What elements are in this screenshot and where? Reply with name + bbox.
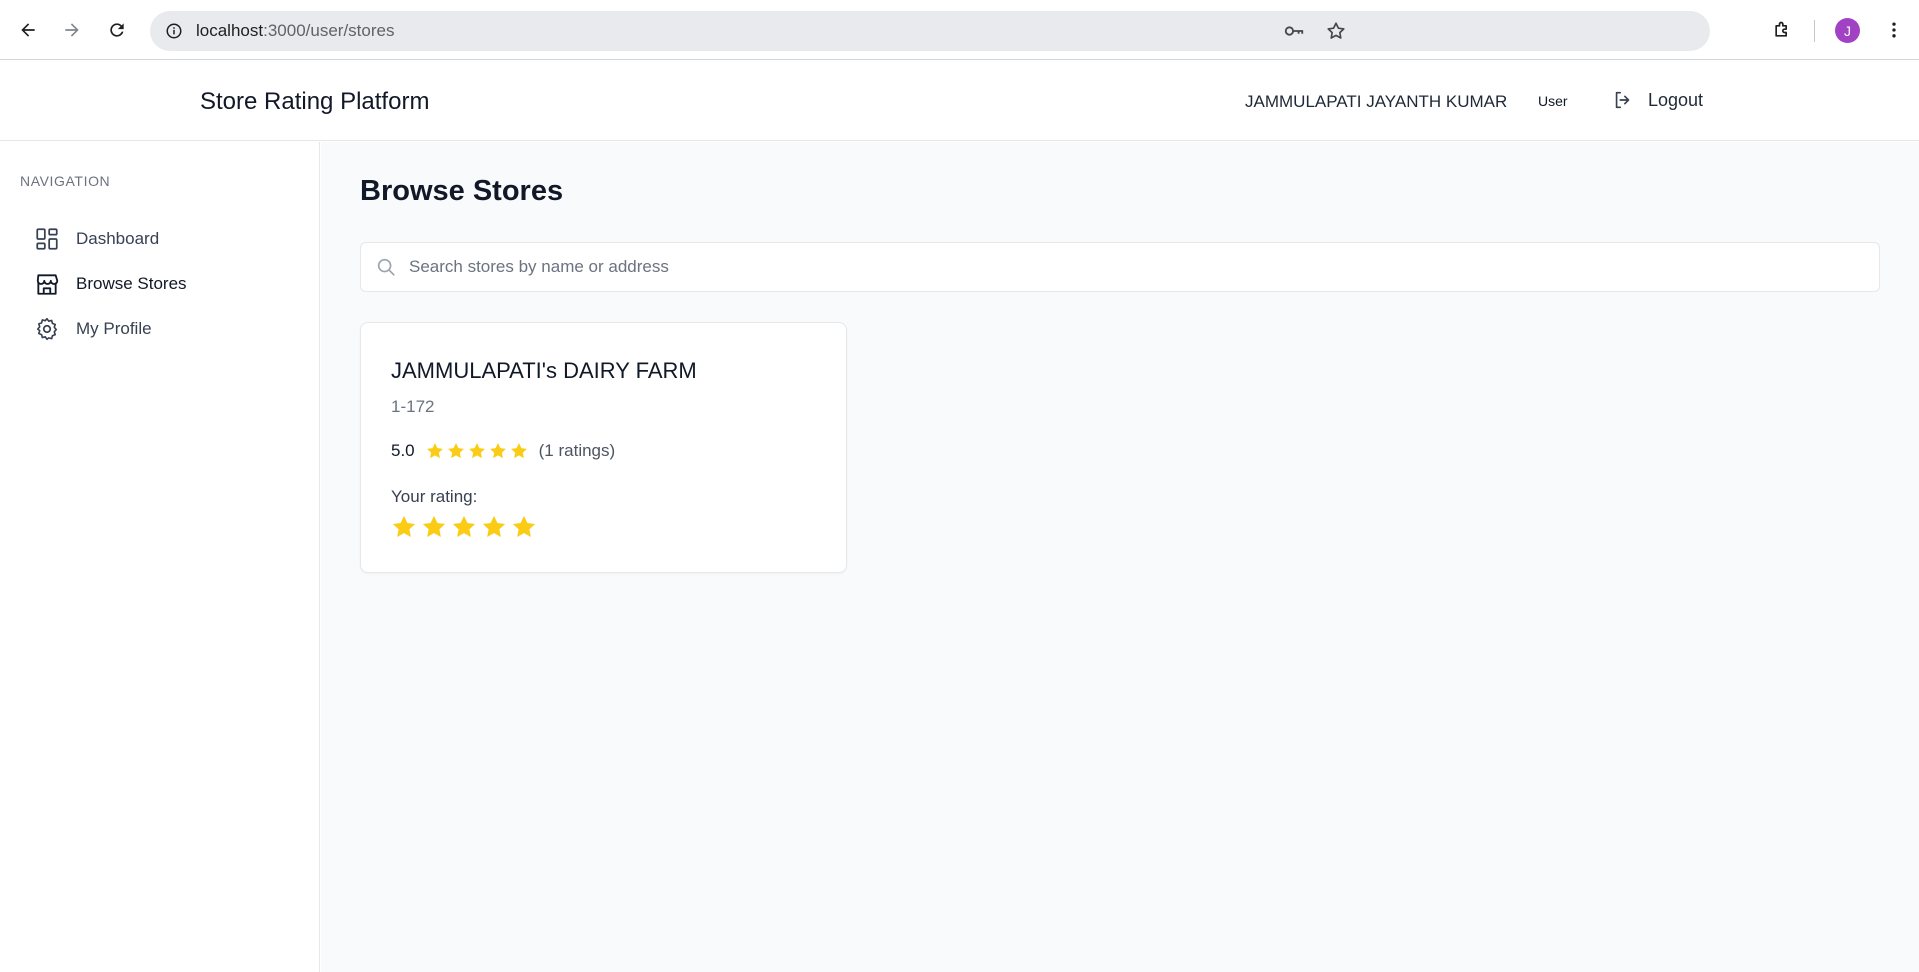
sidebar-item-label: Browse Stores xyxy=(76,274,187,293)
store-address: 1-172 xyxy=(391,397,435,416)
gear-icon xyxy=(36,317,58,341)
sidebar: NAVIGATION Dashboard Browse Stores My Pr… xyxy=(0,142,320,972)
logout-icon xyxy=(1615,91,1630,109)
password-key-icon[interactable] xyxy=(1282,19,1306,43)
store-icon xyxy=(36,274,59,295)
star-filled-icon xyxy=(489,443,506,459)
average-rating-value: 5.0 xyxy=(391,441,415,460)
logout-label: Logout xyxy=(1648,89,1704,110)
store-name: JAMMULAPATI's DAIRY FARM xyxy=(391,358,697,383)
user-name: JAMMULAPATI JAYANTH KUMAR xyxy=(1245,92,1508,111)
reload-icon xyxy=(110,23,124,37)
page-title: Browse Stores xyxy=(360,175,564,207)
your-rating-label: Your rating: xyxy=(391,487,478,506)
brand-title[interactable]: Store Rating Platform xyxy=(200,88,429,116)
ratings-count: (1 ratings) xyxy=(538,441,616,460)
app-header: Store Rating Platform JAMMULAPATI JAYANT… xyxy=(0,61,1919,141)
star-filled-icon xyxy=(426,443,443,459)
rate-star-4-icon[interactable] xyxy=(480,513,508,541)
sidebar-item-dashboard[interactable]: Dashboard xyxy=(34,221,304,257)
rate-star-2-icon[interactable] xyxy=(420,513,448,541)
sidebar-item-browse-stores[interactable]: Browse Stores xyxy=(34,266,304,302)
search-icon xyxy=(377,258,395,276)
arrow-left-icon xyxy=(21,23,35,37)
toolbar-divider xyxy=(1814,20,1815,42)
star-filled-icon xyxy=(447,443,464,459)
dashboard-icon xyxy=(36,228,58,250)
store-average-rating: 5.0 (1 ratings) xyxy=(391,441,615,461)
url-host: localhost xyxy=(196,21,264,40)
rate-star-5-icon[interactable] xyxy=(510,513,538,541)
sidebar-item-my-profile[interactable]: My Profile xyxy=(34,311,304,347)
star-filled-icon xyxy=(510,443,527,459)
browser-toolbar: localhost:3000/user/stores J xyxy=(0,0,1919,60)
back-button[interactable] xyxy=(12,14,44,46)
average-rating-stars xyxy=(425,441,529,461)
forward-button[interactable] xyxy=(56,14,88,46)
url-path: :3000/user/stores xyxy=(263,21,395,40)
main-content: Browse Stores JAMMULAPATI's DAIRY FARM 1… xyxy=(321,142,1919,972)
reload-button[interactable] xyxy=(101,14,133,46)
kebab-menu-icon xyxy=(1892,22,1896,38)
site-info-icon[interactable] xyxy=(162,19,186,43)
store-card: JAMMULAPATI's DAIRY FARM 1-172 5.0 (1 ra… xyxy=(360,322,847,573)
profile-avatar[interactable]: J xyxy=(1835,18,1860,43)
rate-star-3-icon[interactable] xyxy=(450,513,478,541)
sidebar-item-label: My Profile xyxy=(76,319,152,338)
arrow-right-icon xyxy=(65,23,79,37)
address-bar[interactable]: localhost:3000/user/stores xyxy=(150,11,1710,51)
logout-button[interactable]: Logout xyxy=(1612,89,1703,111)
search-box xyxy=(360,242,1880,292)
rate-star-1-icon[interactable] xyxy=(390,513,418,541)
user-role-badge: User xyxy=(1538,93,1568,109)
bookmark-star-icon[interactable] xyxy=(1324,19,1348,43)
sidebar-item-label: Dashboard xyxy=(76,229,160,248)
nav-heading: NAVIGATION xyxy=(20,173,111,189)
browser-menu-button[interactable] xyxy=(1878,14,1910,46)
extensions-button[interactable] xyxy=(1766,14,1798,46)
your-rating-stars xyxy=(390,513,538,541)
puzzle-icon xyxy=(1775,21,1787,37)
url-text: localhost:3000/user/stores xyxy=(196,21,394,41)
star-filled-icon xyxy=(468,443,485,459)
search-input[interactable] xyxy=(409,243,1849,291)
